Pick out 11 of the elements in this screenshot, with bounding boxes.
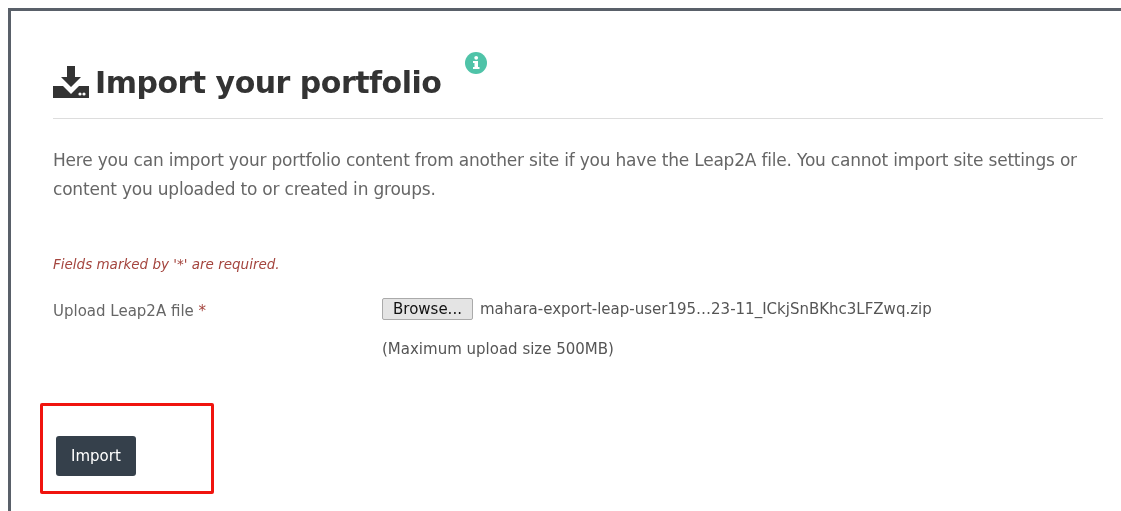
info-icon[interactable] [465,52,488,74]
description-text: Here you can import your portfolio content from another site if you have the Leap2A file. You cannot import site settings or content you uploaded to or created in groups. [53,149,1078,201]
import-button[interactable]: Import [56,436,136,476]
download-icon [53,66,89,98]
browse-button[interactable]: Browse... [382,298,473,320]
required-note: Fields marked by '*' are required. [53,256,281,272]
upload-size-hint: (Maximum upload size 500MB) [382,340,615,358]
page-title: Import your portfolio [95,64,442,100]
field-label: Upload Leap2A file * [53,301,208,320]
file-name: mahara-export-leap-user195…23-11_ICkjSnBKhc3LFZwq.zip [479,300,932,318]
required-mark: * [198,302,207,320]
